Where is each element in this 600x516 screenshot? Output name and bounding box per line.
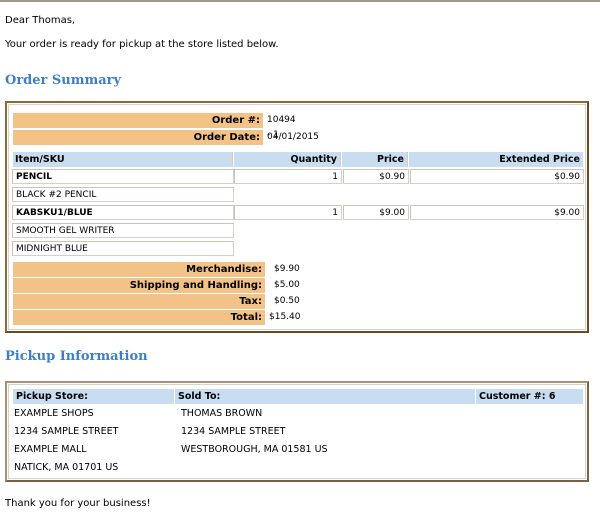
item-extended-price: $9.00 xyxy=(410,205,584,220)
item-detail: SMOOTH GEL WRITER xyxy=(12,223,234,238)
sold-to-city: WESTBOROUGH, MA 01581 US xyxy=(181,444,328,455)
total-value: $15.40 xyxy=(269,312,301,322)
order-summary-box: Order #: 10494 - 1 Order Date: 04/01/201… xyxy=(5,101,589,333)
column-header-quantity: Quantity xyxy=(234,152,341,167)
column-header-item-sku: Item/SKU xyxy=(13,152,233,167)
item-extended-price: $0.90 xyxy=(410,169,584,184)
top-divider xyxy=(0,0,600,2)
item-sku: PENCIL xyxy=(12,169,234,184)
merchandise-label: Merchandise: xyxy=(13,262,265,277)
tax-label: Tax: xyxy=(13,294,265,309)
pickup-store-name: EXAMPLE SHOPS xyxy=(14,408,94,419)
merchandise-value: $9.90 xyxy=(274,264,300,274)
greeting: Dear Thomas, xyxy=(5,15,76,26)
pickup-store-mall: EXAMPLE MALL xyxy=(14,444,87,455)
sold-to-header: Sold To: xyxy=(175,389,475,404)
pickup-information-title: Pickup Information xyxy=(5,349,148,364)
order-number-label: Order #: xyxy=(13,113,263,128)
pickup-store-header: Pickup Store: xyxy=(13,389,174,404)
order-date-value: 04/01/2015 xyxy=(267,132,319,142)
sold-to-street: 1234 SAMPLE STREET xyxy=(181,426,286,437)
item-sku: KABSKU1/BLUE xyxy=(12,205,234,220)
item-quantity: 1 xyxy=(234,169,342,184)
item-detail: MIDNIGHT BLUE xyxy=(12,241,234,256)
sold-to-name: THOMAS BROWN xyxy=(181,408,263,419)
order-number-value: 10494 - 1 xyxy=(267,115,296,140)
pickup-information-box: Pickup Store: Sold To: Customer #: 6 EXA… xyxy=(5,381,589,482)
pickup-store-street: 1234 SAMPLE STREET xyxy=(14,426,119,437)
order-date-label: Order Date: xyxy=(13,130,263,145)
item-price: $9.00 xyxy=(343,205,409,220)
shipping-value: $5.00 xyxy=(274,280,300,290)
order-summary-title: Order Summary xyxy=(5,73,122,88)
shipping-label: Shipping and Handling: xyxy=(13,278,265,293)
column-header-extended-price: Extended Price xyxy=(409,152,583,167)
item-quantity: 1 xyxy=(234,205,342,220)
closing-text: Thank you for your business! xyxy=(5,498,151,509)
intro-text: Your order is ready for pickup at the st… xyxy=(5,39,279,50)
column-header-price: Price xyxy=(342,152,408,167)
item-detail: BLACK #2 PENCIL xyxy=(12,187,234,202)
tax-value: $0.50 xyxy=(274,296,300,306)
customer-number-header: Customer #: 6 xyxy=(476,389,583,404)
item-price: $0.90 xyxy=(343,169,409,184)
total-label: Total: xyxy=(13,310,265,325)
pickup-store-city: NATICK, MA 01701 US xyxy=(14,462,119,473)
